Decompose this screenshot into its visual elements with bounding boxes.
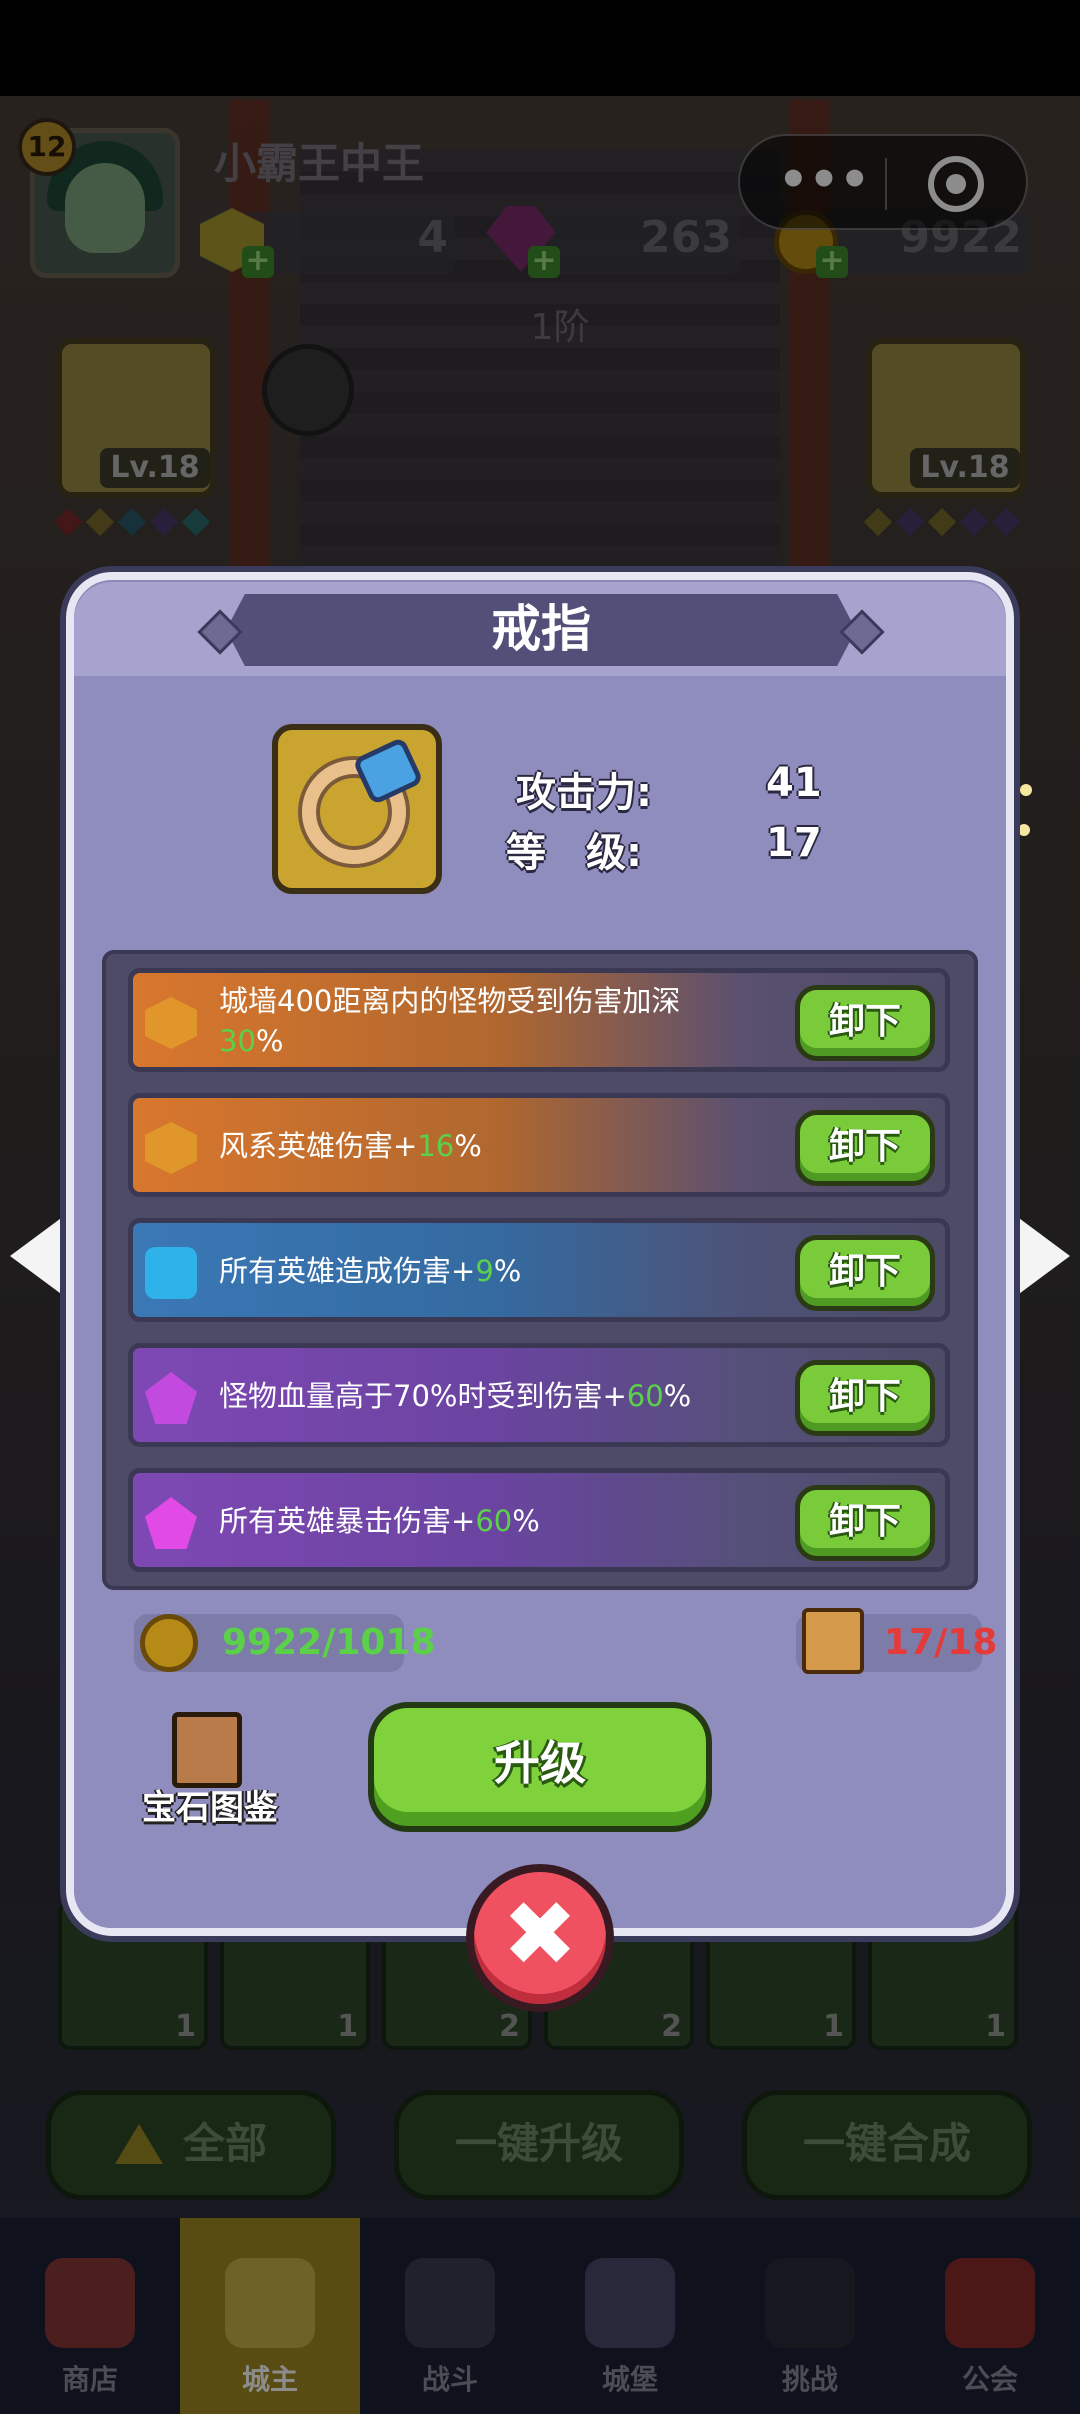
- gem-row: 所有英雄造成伤害+9% 卸下: [128, 1218, 950, 1322]
- gem-effect-value: 9: [475, 1254, 494, 1288]
- scroll-cost-text: 17/18: [884, 1622, 998, 1663]
- attack-label: 攻击力:: [516, 770, 652, 816]
- gem-effect-value: 60: [475, 1504, 513, 1538]
- previous-item-arrow-icon[interactable]: [10, 1210, 72, 1302]
- unequip-gem-button[interactable]: 卸下: [795, 1360, 935, 1436]
- attack-value: 41: [766, 760, 822, 806]
- gem-row: 风系英雄伤害+16% 卸下: [128, 1093, 950, 1197]
- gem-effect-prefix: 风系英雄伤害+: [219, 1129, 418, 1163]
- coin-icon: [140, 1614, 198, 1672]
- unequip-gem-button[interactable]: 卸下: [795, 985, 935, 1061]
- unequip-gem-button[interactable]: 卸下: [795, 1485, 935, 1561]
- blue-gem-icon: [145, 1247, 197, 1299]
- gem-book-label[interactable]: 宝石图鉴: [130, 1780, 290, 1829]
- gem-effect-suffix: %: [493, 1254, 522, 1288]
- gem-effect-text: 所有英雄造成伤害+9%: [219, 1251, 521, 1291]
- gem-effect-suffix: %: [512, 1504, 540, 1538]
- gem-effect-text: 怪物血量高于70%时受到伤害+60%: [219, 1376, 691, 1416]
- close-modal-button[interactable]: ✖: [466, 1864, 614, 2012]
- gem-effect-value: 16: [417, 1129, 455, 1163]
- gem-row: 怪物血量高于70%时受到伤害+60% 卸下: [128, 1343, 950, 1447]
- unequip-gem-button[interactable]: 卸下: [795, 1110, 935, 1186]
- status-bar: [0, 0, 1080, 96]
- coin-cost-text: 9922/1018: [222, 1622, 436, 1663]
- next-item-arrow-icon[interactable]: [1008, 1210, 1070, 1302]
- gem-effect-suffix: %: [454, 1129, 482, 1163]
- gem-effect-value: 30: [219, 1024, 256, 1058]
- gem-effect-prefix: 所有英雄造成伤害+: [219, 1254, 476, 1288]
- gem-effect-prefix: 所有英雄暴击伤害+: [219, 1504, 476, 1538]
- modal-title: 戒指: [491, 600, 591, 658]
- gem-row: 城墙400距离内的怪物受到伤害加深 30% 卸下: [128, 968, 950, 1072]
- gem-row: 所有英雄暴击伤害+60% 卸下: [128, 1468, 950, 1572]
- gem-effect-prefix: 城墙400距离内的怪物受到伤害加深: [219, 984, 681, 1018]
- upgrade-button[interactable]: 升级: [368, 1702, 712, 1832]
- unequip-gem-button[interactable]: 卸下: [795, 1235, 935, 1311]
- ring-scroll-icon: [802, 1608, 864, 1674]
- gem-effect-suffix: %: [255, 1024, 284, 1058]
- gem-effect-value: 60: [626, 1379, 664, 1413]
- level-label: 等 级:: [506, 830, 642, 876]
- gem-effect-suffix: %: [663, 1379, 692, 1413]
- sparkle-icon: [1018, 824, 1030, 836]
- gem-effect-prefix: 怪物血量高于70%时受到伤害+: [219, 1379, 627, 1413]
- gem-book-icon[interactable]: [172, 1712, 242, 1788]
- level-value: 17: [766, 820, 822, 866]
- gem-effect-text: 所有英雄暴击伤害+60%: [219, 1501, 540, 1541]
- gem-effect-text: 风系英雄伤害+16%: [219, 1126, 482, 1166]
- gem-effect-text: 城墙400距离内的怪物受到伤害加深 30%: [219, 981, 779, 1061]
- sparkle-icon: [1020, 784, 1032, 796]
